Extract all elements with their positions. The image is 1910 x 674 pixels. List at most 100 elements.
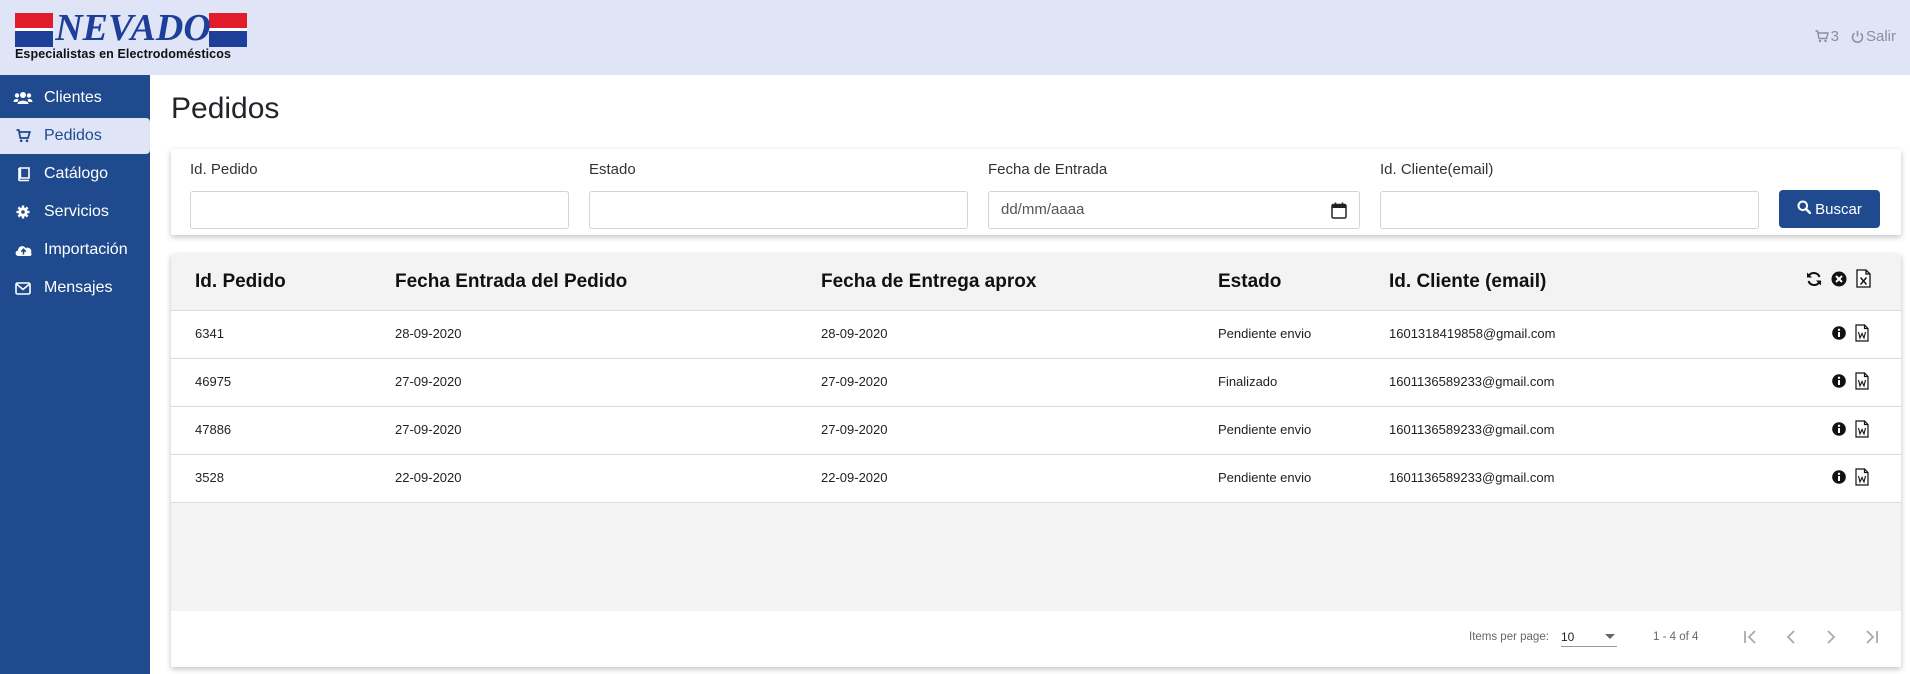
cell-id-pedido: 46975 xyxy=(195,374,232,389)
table-header: Id. Pedido Fecha Entrada del Pedido Fech… xyxy=(171,254,1901,311)
table-row[interactable]: 46975 27-09-2020 27-09-2020 Finalizado 1… xyxy=(171,359,1901,407)
excel-export-icon[interactable] xyxy=(1856,269,1871,293)
cell-id-pedido: 6341 xyxy=(195,326,224,341)
cart-count: 3 xyxy=(1830,28,1839,45)
items-per-page-label: Items per page: xyxy=(1469,631,1549,643)
last-page-icon xyxy=(1863,629,1879,647)
sidebar-item-label: Servicios xyxy=(44,203,109,220)
cell-estado: Pendiente envio xyxy=(1218,470,1312,485)
row-actions xyxy=(1832,468,1869,491)
info-icon[interactable] xyxy=(1832,422,1846,441)
cell-id-cliente: 1601136589233@gmail.com xyxy=(1389,422,1555,437)
sidebar-item-catalogo[interactable]: Catálogo xyxy=(0,156,150,192)
next-page-button[interactable] xyxy=(1820,627,1842,649)
sidebar-item-mensajes[interactable]: Mensajes xyxy=(0,270,150,306)
chevron-right-icon xyxy=(1826,629,1836,647)
row-actions xyxy=(1832,372,1869,395)
logo-wordmark: NEVADO xyxy=(55,7,211,49)
search-button[interactable]: Buscar xyxy=(1779,190,1880,228)
page-range-label: 1 - 4 of 4 xyxy=(1653,631,1699,643)
column-header-fecha-entrada[interactable]: Fecha Entrada del Pedido xyxy=(395,271,627,293)
book-icon xyxy=(12,166,34,182)
cell-fecha-entrada: 28-09-2020 xyxy=(395,326,462,341)
orders-table: Id. Pedido Fecha Entrada del Pedido Fech… xyxy=(171,254,1901,667)
cell-fecha-entrada: 22-09-2020 xyxy=(395,470,462,485)
cell-fecha-entrega: 27-09-2020 xyxy=(821,374,888,389)
search-button-label: Buscar xyxy=(1815,200,1862,218)
table-row[interactable]: 3528 22-09-2020 22-09-2020 Pendiente env… xyxy=(171,455,1901,503)
column-header-id-cliente[interactable]: Id. Cliente (email) xyxy=(1389,271,1546,293)
table-header-actions xyxy=(1806,269,1871,293)
logout-button[interactable]: Salir xyxy=(1851,28,1896,45)
last-page-button[interactable] xyxy=(1860,627,1882,649)
word-export-icon[interactable] xyxy=(1855,324,1869,347)
previous-page-button[interactable] xyxy=(1780,627,1802,649)
word-export-icon[interactable] xyxy=(1855,420,1869,443)
sidebar-item-pedidos[interactable]: Pedidos xyxy=(0,118,150,154)
cell-id-pedido: 47886 xyxy=(195,422,232,437)
dropdown-arrow-icon xyxy=(1605,634,1615,639)
users-icon xyxy=(12,90,34,106)
cell-fecha-entrada: 27-09-2020 xyxy=(395,422,462,437)
info-icon[interactable] xyxy=(1832,470,1846,489)
logo-tagline: Especialistas en Electrodomésticos xyxy=(15,47,231,61)
first-page-button[interactable] xyxy=(1740,627,1762,649)
cell-fecha-entrega: 22-09-2020 xyxy=(821,470,888,485)
envelope-icon xyxy=(12,280,34,296)
sidebar-item-importacion[interactable]: Importación xyxy=(0,232,150,268)
cog-icon xyxy=(12,204,34,220)
sidebar-item-servicios[interactable]: Servicios xyxy=(0,194,150,230)
fecha-entrada-input[interactable]: dd/mm/aaaa xyxy=(988,191,1360,229)
cell-estado: Pendiente envio xyxy=(1218,326,1312,341)
estado-input[interactable] xyxy=(589,191,968,229)
column-header-id-pedido[interactable]: Id. Pedido xyxy=(195,271,286,293)
filter-panel: Id. Pedido Estado Fecha de Entrada dd/mm… xyxy=(171,149,1901,235)
cloud-upload-icon xyxy=(12,242,34,258)
items-per-page-select[interactable]: 10 xyxy=(1561,625,1617,647)
row-actions xyxy=(1832,420,1869,443)
paginator: Items per page: 10 1 - 4 of 4 xyxy=(171,611,1901,667)
table-row[interactable]: 6341 28-09-2020 28-09-2020 Pendiente env… xyxy=(171,311,1901,359)
id-pedido-input[interactable] xyxy=(190,191,569,229)
cell-fecha-entrega: 27-09-2020 xyxy=(821,422,888,437)
refresh-icon[interactable] xyxy=(1806,271,1822,292)
cell-id-cliente: 1601318419858@gmail.com xyxy=(1389,326,1556,341)
row-actions xyxy=(1832,324,1869,347)
date-placeholder: dd/mm/aaaa xyxy=(1001,201,1085,218)
cart-icon xyxy=(1815,30,1829,43)
word-export-icon[interactable] xyxy=(1855,468,1869,491)
id-cliente-input[interactable] xyxy=(1380,191,1759,229)
column-header-estado[interactable]: Estado xyxy=(1218,271,1281,293)
column-header-fecha-entrega[interactable]: Fecha de Entrega aprox xyxy=(821,271,1036,293)
cell-fecha-entrega: 28-09-2020 xyxy=(821,326,888,341)
cell-estado: Finalizado xyxy=(1218,374,1278,389)
nevado-logo[interactable]: NEVADO Especialistas en Electrodoméstico… xyxy=(15,7,247,62)
main-content: Pedidos Id. Pedido Estado Fecha de Entra… xyxy=(150,75,1910,674)
info-icon[interactable] xyxy=(1832,374,1846,393)
top-header: NEVADO Especialistas en Electrodoméstico… xyxy=(0,0,1910,75)
calendar-icon[interactable] xyxy=(1331,202,1347,223)
cell-id-cliente: 1601136589233@gmail.com xyxy=(1389,374,1555,389)
sidebar: Clientes Pedidos Catálogo Servicios Impo… xyxy=(0,75,150,674)
power-icon xyxy=(1851,30,1864,44)
cart-icon xyxy=(12,128,34,144)
cell-id-pedido: 3528 xyxy=(195,470,224,485)
sidebar-item-clientes[interactable]: Clientes xyxy=(0,80,150,116)
estado-label: Estado xyxy=(589,161,636,178)
search-icon xyxy=(1797,200,1812,218)
table-row[interactable]: 47886 27-09-2020 27-09-2020 Pendiente en… xyxy=(171,407,1901,455)
info-icon[interactable] xyxy=(1832,326,1846,345)
items-per-page-value: 10 xyxy=(1561,630,1575,644)
cell-fecha-entrada: 27-09-2020 xyxy=(395,374,462,389)
sidebar-item-label: Pedidos xyxy=(44,127,102,144)
sidebar-item-label: Mensajes xyxy=(44,279,113,296)
id-pedido-label: Id. Pedido xyxy=(190,161,258,178)
table-empty-area xyxy=(171,503,1901,611)
first-page-icon xyxy=(1743,629,1759,647)
cart-button[interactable]: 3 xyxy=(1815,28,1839,45)
clear-icon[interactable] xyxy=(1831,271,1847,292)
sidebar-item-label: Clientes xyxy=(44,89,102,106)
id-cliente-label: Id. Cliente(email) xyxy=(1380,161,1494,178)
sidebar-item-label: Catálogo xyxy=(44,165,109,182)
word-export-icon[interactable] xyxy=(1855,372,1869,395)
